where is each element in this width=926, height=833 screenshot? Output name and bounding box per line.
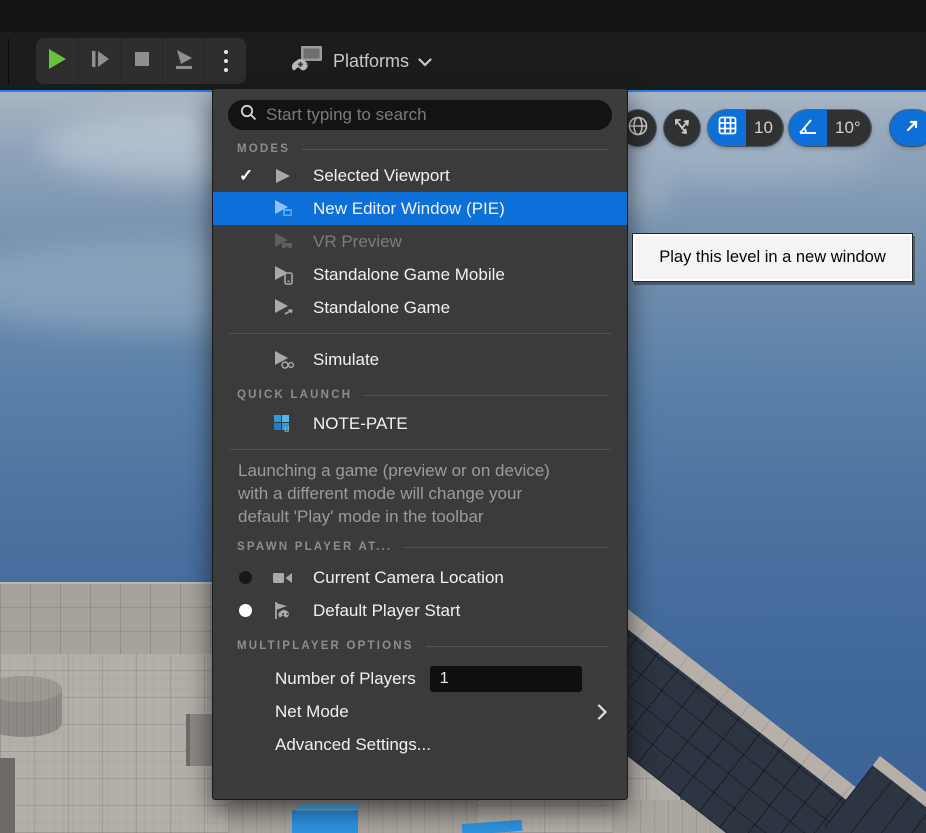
menu-search-box[interactable] xyxy=(228,100,612,130)
grid-snap-control[interactable]: 10 xyxy=(708,110,783,146)
section-header-spawn-player-at: SPAWN PLAYER AT... xyxy=(237,541,609,553)
scene-blue-cube xyxy=(292,810,358,833)
toolbar-divider xyxy=(8,38,9,84)
kebab-menu-icon xyxy=(223,50,228,72)
tooltip: Play this level in a new window xyxy=(632,233,913,282)
windows-device-icon: u xyxy=(273,414,313,434)
launch-button[interactable] xyxy=(162,38,204,84)
launch-icon xyxy=(173,48,195,75)
search-icon xyxy=(240,104,257,126)
menu-item-simulate[interactable]: Simulate xyxy=(213,343,627,376)
play-button[interactable] xyxy=(36,38,78,84)
svg-text:u: u xyxy=(284,423,290,434)
rotation-snap-control[interactable]: 10° xyxy=(789,110,871,146)
menu-separator xyxy=(229,449,611,450)
stop-button[interactable] xyxy=(120,38,162,84)
advanced-settings-label: Advanced Settings... xyxy=(275,734,431,754)
section-header-quick-launch: QUICK LAUNCH xyxy=(237,389,609,401)
platforms-dropdown[interactable]: Platforms xyxy=(291,40,432,82)
standalone-game-icon xyxy=(273,298,313,317)
chevron-down-icon xyxy=(418,51,432,72)
title-bar xyxy=(0,0,926,32)
platforms-icon xyxy=(291,44,324,79)
play-controls-group xyxy=(36,38,246,84)
radio-unselected[interactable] xyxy=(239,571,252,584)
scene-box xyxy=(0,758,15,833)
grid-snap-toggle[interactable] xyxy=(708,110,746,146)
number-of-players-label: Number of Players xyxy=(275,668,416,688)
scene-box xyxy=(186,714,212,766)
maximize-viewport-button[interactable] xyxy=(890,110,926,146)
frame-skip-button[interactable] xyxy=(78,38,120,84)
menu-item-standalone-game-mobile[interactable]: Standalone Game Mobile xyxy=(213,258,627,291)
menu-item-quick-launch-device[interactable]: u NOTE-PATE xyxy=(213,407,627,440)
search-input[interactable] xyxy=(266,105,600,125)
menu-item-selected-viewport[interactable]: ✓ Selected Viewport xyxy=(213,159,627,192)
menu-description: Launching a game (preview or on device) … xyxy=(238,461,550,526)
menu-item-vr-preview: VR Preview xyxy=(213,225,627,258)
rotation-snap-value[interactable]: 10° xyxy=(827,110,871,146)
menu-item-standalone-game[interactable]: Standalone Game xyxy=(213,291,627,324)
angle-icon xyxy=(798,117,818,140)
menu-separator xyxy=(229,333,611,334)
grid-snap-value[interactable]: 10 xyxy=(746,110,783,146)
grid-icon xyxy=(718,116,737,140)
menu-item-current-camera-location[interactable]: Current Camera Location xyxy=(213,561,627,594)
simulate-icon xyxy=(273,350,313,370)
new-editor-window-icon xyxy=(273,199,313,218)
vr-preview-icon xyxy=(273,232,313,251)
scene-cylinder xyxy=(0,676,62,740)
standalone-game-mobile-icon xyxy=(273,265,313,285)
frame-skip-icon xyxy=(90,49,110,74)
globe-icon xyxy=(627,115,649,142)
platforms-label: Platforms xyxy=(333,50,410,71)
rotation-snap-toggle[interactable] xyxy=(789,110,827,146)
check-icon: ✓ xyxy=(239,165,254,185)
selected-viewport-icon xyxy=(273,167,313,185)
menu-item-net-mode[interactable]: Net Mode xyxy=(213,695,627,728)
player-start-flag-icon xyxy=(273,601,313,620)
section-header-multiplayer-options: MULTIPLAYER OPTIONS xyxy=(237,640,609,652)
play-options-button[interactable] xyxy=(204,38,246,84)
number-of-players-row: Number of Players xyxy=(213,662,627,695)
menu-item-advanced-settings[interactable]: Advanced Settings... xyxy=(213,728,627,761)
actor-snap-button[interactable] xyxy=(664,110,700,146)
menu-item-default-player-start[interactable]: Default Player Start xyxy=(213,594,627,627)
chevron-right-icon xyxy=(597,703,607,720)
maximize-arrow-icon xyxy=(903,117,921,140)
stop-icon xyxy=(134,51,150,72)
play-options-menu: MODES ✓ Selected Viewport New Editor Win… xyxy=(212,88,628,800)
number-of-players-input[interactable] xyxy=(429,665,582,692)
tooltip-text: Play this level in a new window xyxy=(659,248,886,266)
snap-arrows-icon xyxy=(671,115,693,142)
section-header-modes: MODES xyxy=(237,143,609,155)
net-mode-label: Net Mode xyxy=(275,701,349,721)
menu-item-new-editor-window-pie[interactable]: New Editor Window (PIE) xyxy=(213,192,627,225)
camera-icon xyxy=(273,572,313,584)
play-icon xyxy=(46,47,68,76)
radio-selected[interactable] xyxy=(239,604,252,617)
